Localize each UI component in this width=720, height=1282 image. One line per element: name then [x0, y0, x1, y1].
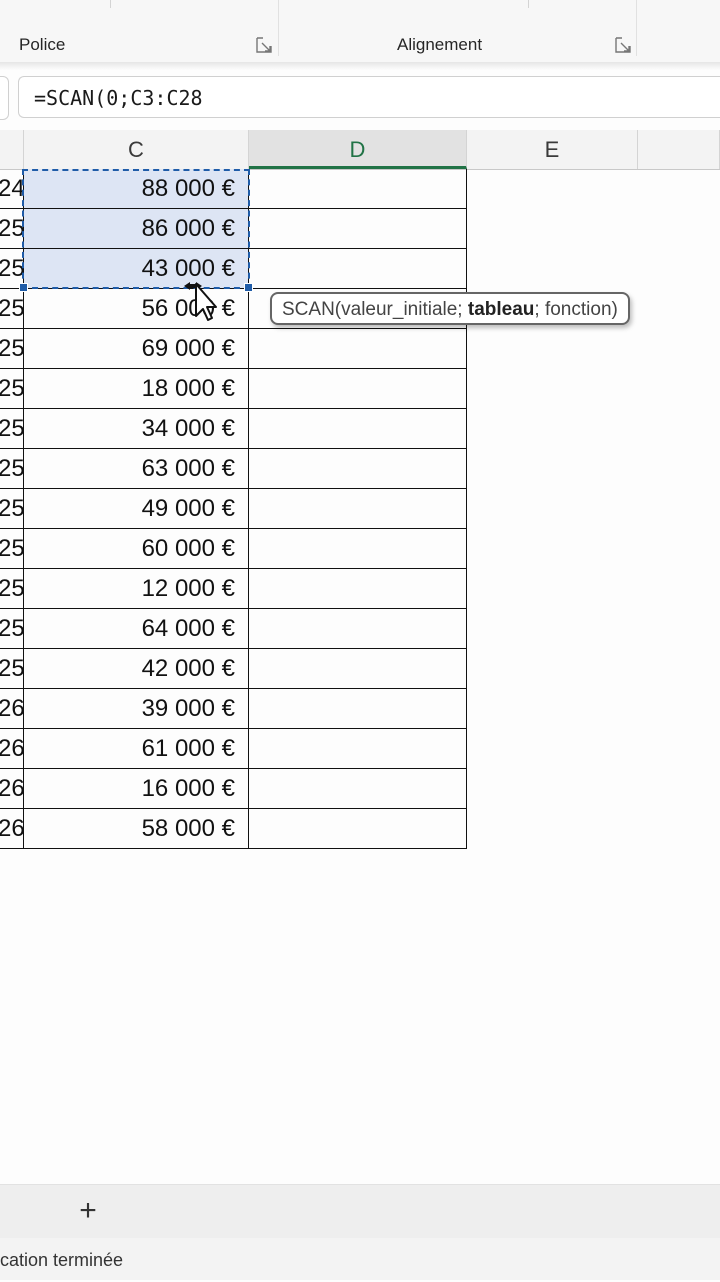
- cell-c[interactable]: 16 000 €: [24, 769, 249, 809]
- formula-input[interactable]: =SCAN(0;C3:C28: [18, 76, 720, 118]
- ribbon-group-label-alignement: Alignement: [397, 35, 483, 54]
- column-header-d[interactable]: D: [249, 130, 467, 169]
- cell-b[interactable]: 25: [0, 409, 24, 449]
- cell-b[interactable]: 26: [0, 769, 24, 809]
- cell-c[interactable]: 58 000 €: [24, 809, 249, 849]
- table-row: 2543 000 €: [0, 249, 470, 289]
- add-sheet-button[interactable]: +: [70, 1193, 106, 1229]
- cell-d[interactable]: [249, 409, 467, 449]
- sheet-tabs-bar: +: [0, 1184, 720, 1239]
- cell-c[interactable]: 49 000 €: [24, 489, 249, 529]
- cell-d[interactable]: [249, 449, 467, 489]
- cell-b[interactable]: 25: [0, 529, 24, 569]
- table-row: 2549 000 €: [0, 489, 470, 529]
- column-header-e[interactable]: E: [467, 130, 638, 169]
- cell-d[interactable]: [249, 689, 467, 729]
- ribbon-divider: [110, 0, 111, 8]
- cell-c[interactable]: 18 000 €: [24, 369, 249, 409]
- cell-d[interactable]: [249, 809, 467, 849]
- cell-b[interactable]: 25: [0, 569, 24, 609]
- table-row: 2534 000 €: [0, 409, 470, 449]
- cell-b[interactable]: 25: [0, 489, 24, 529]
- table-row: 2639 000 €: [0, 689, 470, 729]
- cell-b[interactable]: 26: [0, 689, 24, 729]
- cell-b[interactable]: 25: [0, 249, 24, 289]
- cell-b[interactable]: 25: [0, 649, 24, 689]
- cell-b[interactable]: 26: [0, 729, 24, 769]
- table-row: 2488 000 €: [0, 169, 470, 209]
- ribbon-shadow: [0, 62, 720, 70]
- cell-c[interactable]: 64 000 €: [24, 609, 249, 649]
- cell-c[interactable]: 61 000 €: [24, 729, 249, 769]
- ribbon-group-label-police: Police: [19, 35, 66, 54]
- column-header-b[interactable]: [0, 130, 24, 169]
- function-argument-tooltip: SCAN(valeur_initiale; tableau; fonction): [270, 292, 630, 325]
- table-row: 2512 000 €: [0, 569, 470, 609]
- ribbon-group-separator: [278, 0, 279, 56]
- tooltip-arg-array-current[interactable]: tableau: [468, 299, 535, 320]
- tooltip-function-name[interactable]: SCAN(: [282, 299, 341, 320]
- cell-d[interactable]: [249, 529, 467, 569]
- cell-b[interactable]: 25: [0, 449, 24, 489]
- column-headers: C D E F: [0, 130, 720, 170]
- alignement-dialog-launcher-icon[interactable]: [615, 37, 631, 53]
- cell-d[interactable]: [249, 489, 467, 529]
- name-box-expand-button[interactable]: [0, 76, 9, 120]
- table-row: 2616 000 €: [0, 769, 470, 809]
- cell-d[interactable]: [249, 649, 467, 689]
- formula-bar: =SCAN(0;C3:C28: [0, 76, 720, 120]
- status-text: cation terminée: [0, 1250, 124, 1270]
- cell-d[interactable]: [249, 209, 467, 249]
- cell-d[interactable]: [249, 249, 467, 289]
- cell-c[interactable]: 39 000 €: [24, 689, 249, 729]
- column-header-f[interactable]: F: [638, 130, 720, 169]
- column-header-c[interactable]: C: [24, 130, 249, 169]
- cell-b[interactable]: 25: [0, 369, 24, 409]
- cell-b[interactable]: 24: [0, 169, 24, 209]
- table-row: 2569 000 €: [0, 329, 470, 369]
- status-bar: cation terminée: [0, 1238, 720, 1280]
- cell-b[interactable]: 25: [0, 289, 24, 329]
- cell-c[interactable]: 86 000 €: [24, 209, 249, 249]
- ribbon-group-separator: [636, 0, 637, 56]
- cell-c[interactable]: 43 000 €: [24, 249, 249, 289]
- table-row: 2560 000 €: [0, 529, 470, 569]
- table-row: 2586 000 €: [0, 209, 470, 249]
- table-row: 2518 000 €: [0, 369, 470, 409]
- police-dialog-launcher-icon[interactable]: [256, 37, 272, 53]
- ribbon: Police Alignement: [0, 0, 720, 63]
- table-row: 2564 000 €: [0, 609, 470, 649]
- tooltip-arg-function[interactable]: ; fonction): [534, 299, 617, 320]
- cell-c[interactable]: 12 000 €: [24, 569, 249, 609]
- cell-d[interactable]: [249, 769, 467, 809]
- cell-d[interactable]: [249, 729, 467, 769]
- cell-d[interactable]: [249, 569, 467, 609]
- cell-b[interactable]: 25: [0, 609, 24, 649]
- cell-d[interactable]: [249, 169, 467, 209]
- cell-c[interactable]: 34 000 €: [24, 409, 249, 449]
- cell-c[interactable]: 42 000 €: [24, 649, 249, 689]
- table-row: 2658 000 €: [0, 809, 470, 849]
- table-row: 2542 000 €: [0, 649, 470, 689]
- cell-c[interactable]: 60 000 €: [24, 529, 249, 569]
- cell-b[interactable]: 26: [0, 809, 24, 849]
- cell-b[interactable]: 25: [0, 329, 24, 369]
- cell-d[interactable]: [249, 329, 467, 369]
- cell-c[interactable]: 69 000 €: [24, 329, 249, 369]
- ribbon-divider: [528, 0, 529, 8]
- cell-b[interactable]: 25: [0, 209, 24, 249]
- table-row: 2563 000 €: [0, 449, 470, 489]
- cell-d[interactable]: [249, 369, 467, 409]
- cell-c[interactable]: 56 000 €: [24, 289, 249, 329]
- table-row: 2661 000 €: [0, 729, 470, 769]
- cell-c[interactable]: 63 000 €: [24, 449, 249, 489]
- cell-d[interactable]: [249, 609, 467, 649]
- tooltip-arg-initial-value[interactable]: valeur_initiale;: [341, 299, 468, 320]
- cell-c[interactable]: 88 000 €: [24, 169, 249, 209]
